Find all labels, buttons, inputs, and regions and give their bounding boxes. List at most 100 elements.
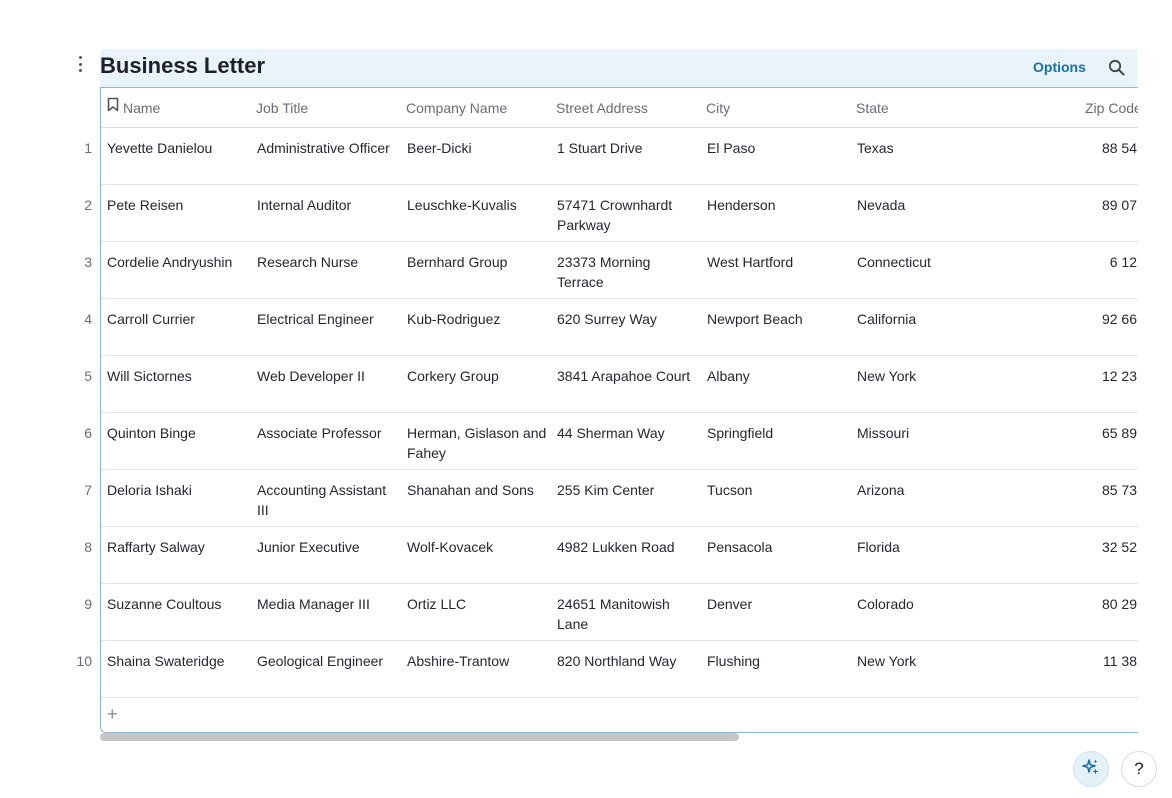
column-header-city[interactable]: City <box>706 88 730 127</box>
table-cell-company[interactable]: Corkery Group <box>407 366 549 386</box>
column-header-zip-code[interactable]: Zip Code <box>1085 88 1138 127</box>
table-cell-street[interactable]: 44 Sherman Way <box>557 423 699 443</box>
column-header-company-name[interactable]: Company Name <box>406 88 507 127</box>
table-cell-zip[interactable]: 89 07 <box>1067 195 1137 215</box>
table-cell-street[interactable]: 820 Northland Way <box>557 651 699 671</box>
table-cell-state[interactable]: Arizona <box>857 480 999 500</box>
row-number[interactable]: 6 <box>62 423 92 443</box>
row-number[interactable]: 1 <box>62 138 92 158</box>
table-cell-street[interactable]: 255 Kim Center <box>557 480 699 500</box>
horizontal-scrollbar-thumb[interactable] <box>100 733 739 741</box>
table-cell-job[interactable]: Administrative Officer <box>257 138 399 158</box>
table-cell-zip[interactable]: 11 38 <box>1067 651 1137 671</box>
sparkle-icon <box>1082 758 1100 781</box>
table-cell-street[interactable]: 4982 Lukken Road <box>557 537 699 557</box>
table-cell-city[interactable]: Tucson <box>707 480 849 500</box>
table-cell-city[interactable]: Newport Beach <box>707 309 849 329</box>
table-cell-job[interactable]: Associate Professor <box>257 423 399 443</box>
row-number[interactable]: 9 <box>62 594 92 614</box>
table-cell-street[interactable]: 23373 Morning Terrace <box>557 252 699 292</box>
table-row: Pete Reisen Internal Auditor Leuschke-Kuva… <box>101 185 1138 242</box>
search-icon[interactable] <box>1107 58 1127 78</box>
table-cell-company[interactable]: Shanahan and Sons <box>407 480 549 500</box>
table-cell-name[interactable]: Carroll Currier <box>107 309 249 329</box>
table-cell-state[interactable]: New York <box>857 651 999 671</box>
table-cell-street[interactable]: 24651 Manitowish Lane <box>557 594 699 634</box>
table-cell-city[interactable]: Henderson <box>707 195 849 215</box>
table-cell-job[interactable]: Media Manager III <box>257 594 399 614</box>
help-button[interactable]: ? <box>1121 751 1157 787</box>
table-cell-name[interactable]: Cordelie Andryushin <box>107 252 249 272</box>
page-menu-icon[interactable] <box>74 56 86 72</box>
table-cell-company[interactable]: Bernhard Group <box>407 252 549 272</box>
row-number[interactable]: 7 <box>62 480 92 500</box>
table-cell-zip[interactable]: 6 12 <box>1067 252 1137 272</box>
table-cell-job[interactable]: Web Developer II <box>257 366 399 386</box>
table-cell-street[interactable]: 3841 Arapahoe Court <box>557 366 699 386</box>
table-cell-zip[interactable]: 65 89 <box>1067 423 1137 443</box>
table-cell-state[interactable]: Nevada <box>857 195 999 215</box>
row-number[interactable]: 3 <box>62 252 92 272</box>
options-button[interactable]: Options <box>1033 59 1086 75</box>
add-row-button[interactable]: + <box>107 704 118 724</box>
row-number[interactable]: 4 <box>62 309 92 329</box>
table-cell-state[interactable]: Missouri <box>857 423 999 443</box>
row-number[interactable]: 5 <box>62 366 92 386</box>
column-header-state[interactable]: State <box>856 88 889 127</box>
table-cell-job[interactable]: Junior Executive <box>257 537 399 557</box>
table-cell-name[interactable]: Deloria Ishaki <box>107 480 249 500</box>
table-cell-zip[interactable]: 92 66 <box>1067 309 1137 329</box>
table-cell-name[interactable]: Quinton Binge <box>107 423 249 443</box>
table-cell-name[interactable]: Pete Reisen <box>107 195 249 215</box>
column-header-job-title[interactable]: Job Title <box>256 88 308 127</box>
table-cell-state[interactable]: Texas <box>857 138 999 158</box>
table-cell-city[interactable]: Albany <box>707 366 849 386</box>
table-cell-zip[interactable]: 88 54 <box>1067 138 1137 158</box>
table-cell-zip[interactable]: 80 29 <box>1067 594 1137 614</box>
table-cell-city[interactable]: El Paso <box>707 138 849 158</box>
table-cell-street[interactable]: 1 Stuart Drive <box>557 138 699 158</box>
table-cell-name[interactable]: Raffarty Salway <box>107 537 249 557</box>
row-number[interactable]: 8 <box>62 537 92 557</box>
table-cell-job[interactable]: Internal Auditor <box>257 195 399 215</box>
ai-assistant-button[interactable] <box>1073 751 1109 787</box>
row-number[interactable]: 10 <box>62 651 92 671</box>
table-cell-street[interactable]: 620 Surrey Way <box>557 309 699 329</box>
table-cell-city[interactable]: Pensacola <box>707 537 849 557</box>
table-cell-state[interactable]: Florida <box>857 537 999 557</box>
table-cell-job[interactable]: Accounting Assistant III <box>257 480 399 520</box>
table-cell-zip[interactable]: 32 52 <box>1067 537 1137 557</box>
table-cell-job[interactable]: Research Nurse <box>257 252 399 272</box>
bookmark-icon <box>107 88 119 128</box>
table-cell-name[interactable]: Yevette Danielou <box>107 138 249 158</box>
table-row: Shaina Swateridge Geological Engineer Absh… <box>101 641 1138 698</box>
table-cell-street[interactable]: 57471 Crownhardt Parkway <box>557 195 699 235</box>
table-cell-city[interactable]: Springfield <box>707 423 849 443</box>
table-cell-zip[interactable]: 85 73 <box>1067 480 1137 500</box>
table-cell-company[interactable]: Wolf-Kovacek <box>407 537 549 557</box>
table-cell-zip[interactable]: 12 23 <box>1067 366 1137 386</box>
table-cell-city[interactable]: Denver <box>707 594 849 614</box>
table-cell-company[interactable]: Ortiz LLC <box>407 594 549 614</box>
table-cell-company[interactable]: Leuschke-Kuvalis <box>407 195 549 215</box>
table-cell-name[interactable]: Will Sictornes <box>107 366 249 386</box>
table-cell-city[interactable]: West Hartford <box>707 252 849 272</box>
horizontal-scrollbar[interactable] <box>100 733 1137 741</box>
column-header-street-address[interactable]: Street Address <box>556 88 648 127</box>
table-cell-state[interactable]: California <box>857 309 999 329</box>
table-cell-name[interactable]: Shaina Swateridge <box>107 651 249 671</box>
table-cell-company[interactable]: Herman, Gislason and Fahey <box>407 423 549 463</box>
table-cell-company[interactable]: Kub-Rodriguez <box>407 309 549 329</box>
table-cell-city[interactable]: Flushing <box>707 651 849 671</box>
table-cell-company[interactable]: Beer-Dicki <box>407 138 549 158</box>
table-cell-job[interactable]: Geological Engineer <box>257 651 399 671</box>
row-number[interactable]: 2 <box>62 195 92 215</box>
table-cell-company[interactable]: Abshire-Trantow <box>407 651 549 671</box>
table-cell-state[interactable]: Colorado <box>857 594 999 614</box>
table-cell-job[interactable]: Electrical Engineer <box>257 309 399 329</box>
title-bar: Business Letter Options <box>100 49 1137 87</box>
table-cell-name[interactable]: Suzanne Coultous <box>107 594 249 614</box>
column-header-name[interactable]: Name <box>107 88 160 127</box>
table-cell-state[interactable]: New York <box>857 366 999 386</box>
table-cell-state[interactable]: Connecticut <box>857 252 999 272</box>
